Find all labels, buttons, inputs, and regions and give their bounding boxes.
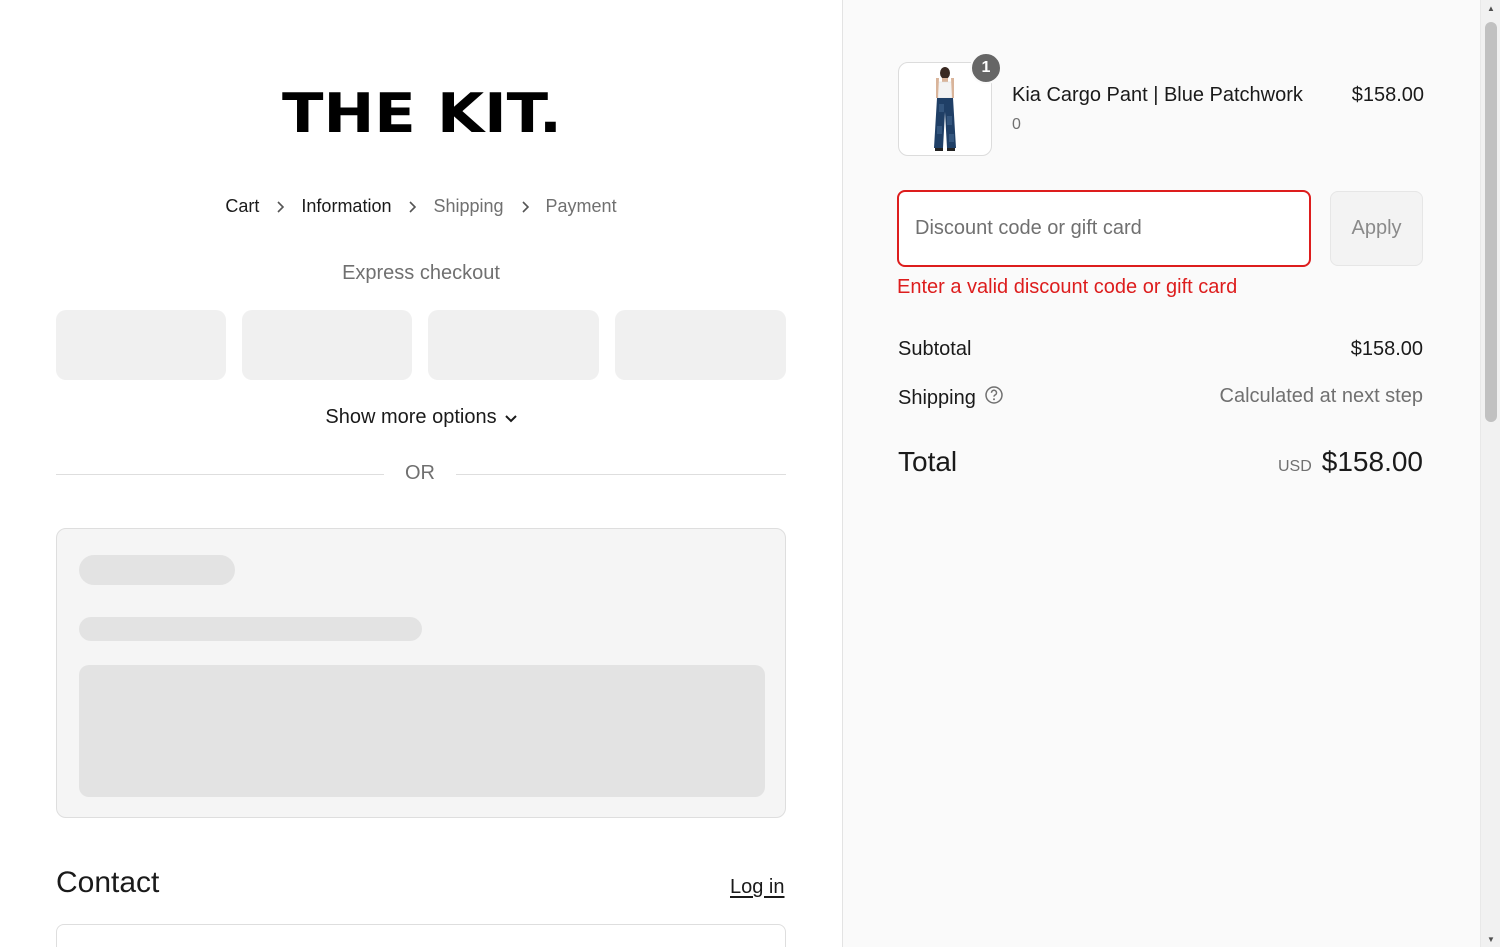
subtotal-label: Subtotal xyxy=(898,338,971,361)
product-variant: 0 xyxy=(1012,116,1021,133)
scroll-down-arrow-icon[interactable]: ▼ xyxy=(1481,931,1500,947)
chevron-right-icon xyxy=(391,200,433,213)
product-price: $158.00 xyxy=(1351,84,1424,106)
store-logo[interactable]: THE KIT. xyxy=(282,80,562,146)
chevron-right-icon xyxy=(504,200,546,213)
discount-error-message: Enter a valid discount code or gift card xyxy=(897,276,1238,298)
total-currency: USD xyxy=(1278,458,1312,475)
scrollbar-thumb[interactable] xyxy=(1485,22,1497,422)
skeleton-line xyxy=(79,555,235,585)
help-circle-icon[interactable] xyxy=(984,385,1004,411)
contact-heading: Contact xyxy=(56,866,160,899)
loading-skeleton-card xyxy=(56,528,786,818)
total-amount: $158.00 xyxy=(1321,446,1423,477)
apply-discount-button[interactable]: Apply xyxy=(1330,191,1423,266)
logo-wordmark: THE KIT. xyxy=(282,82,562,145)
page-scrollbar[interactable]: ▲ ▼ xyxy=(1480,0,1500,947)
show-more-options-button[interactable]: Show more options xyxy=(0,406,842,429)
express-checkout-title: Express checkout xyxy=(342,262,500,284)
product-name: Kia Cargo Pant | Blue Patchwork xyxy=(1012,84,1303,106)
express-checkout-button-4[interactable] xyxy=(615,310,786,380)
chevron-down-icon xyxy=(504,406,517,429)
quantity-badge: 1 xyxy=(970,52,1002,84)
skeleton-block xyxy=(79,665,765,797)
express-checkout-button-1[interactable] xyxy=(56,310,226,380)
shipping-label-text: Shipping xyxy=(898,386,976,409)
show-more-options-label: Show more options xyxy=(325,406,497,428)
breadcrumb-information: Information xyxy=(301,196,392,216)
product-image xyxy=(934,67,956,151)
express-checkout-button-3[interactable] xyxy=(428,310,599,380)
skeleton-line xyxy=(79,617,422,641)
contact-email-field[interactable] xyxy=(56,924,786,947)
subtotal-value: $158.00 xyxy=(1350,338,1423,360)
chevron-right-icon xyxy=(259,200,301,213)
total-value: USD $158.00 xyxy=(1278,446,1423,478)
shipping-value: Calculated at next step xyxy=(1219,385,1423,407)
subtotal-label-text: Subtotal xyxy=(898,338,972,360)
discount-code-input[interactable] xyxy=(897,190,1311,267)
breadcrumb: Cart Information Shipping Payment xyxy=(0,196,842,217)
login-link[interactable]: Log in xyxy=(730,876,785,899)
breadcrumb-shipping: Shipping xyxy=(433,196,504,216)
divider-line-right xyxy=(456,474,786,475)
divider-line-left xyxy=(56,474,384,475)
scroll-up-arrow-icon[interactable]: ▲ xyxy=(1481,0,1500,16)
checkout-main-column: THE KIT. Cart Information Shipping Payme… xyxy=(0,0,842,947)
svg-text:THE KIT.: THE KIT. xyxy=(282,82,562,145)
shipping-label: Shipping xyxy=(898,385,1004,411)
total-label: Total xyxy=(898,446,958,477)
express-checkout-button-2[interactable] xyxy=(242,310,412,380)
breadcrumb-cart[interactable]: Cart xyxy=(225,196,259,217)
breadcrumb-payment: Payment xyxy=(545,196,617,216)
or-divider-text: OR xyxy=(405,462,435,484)
